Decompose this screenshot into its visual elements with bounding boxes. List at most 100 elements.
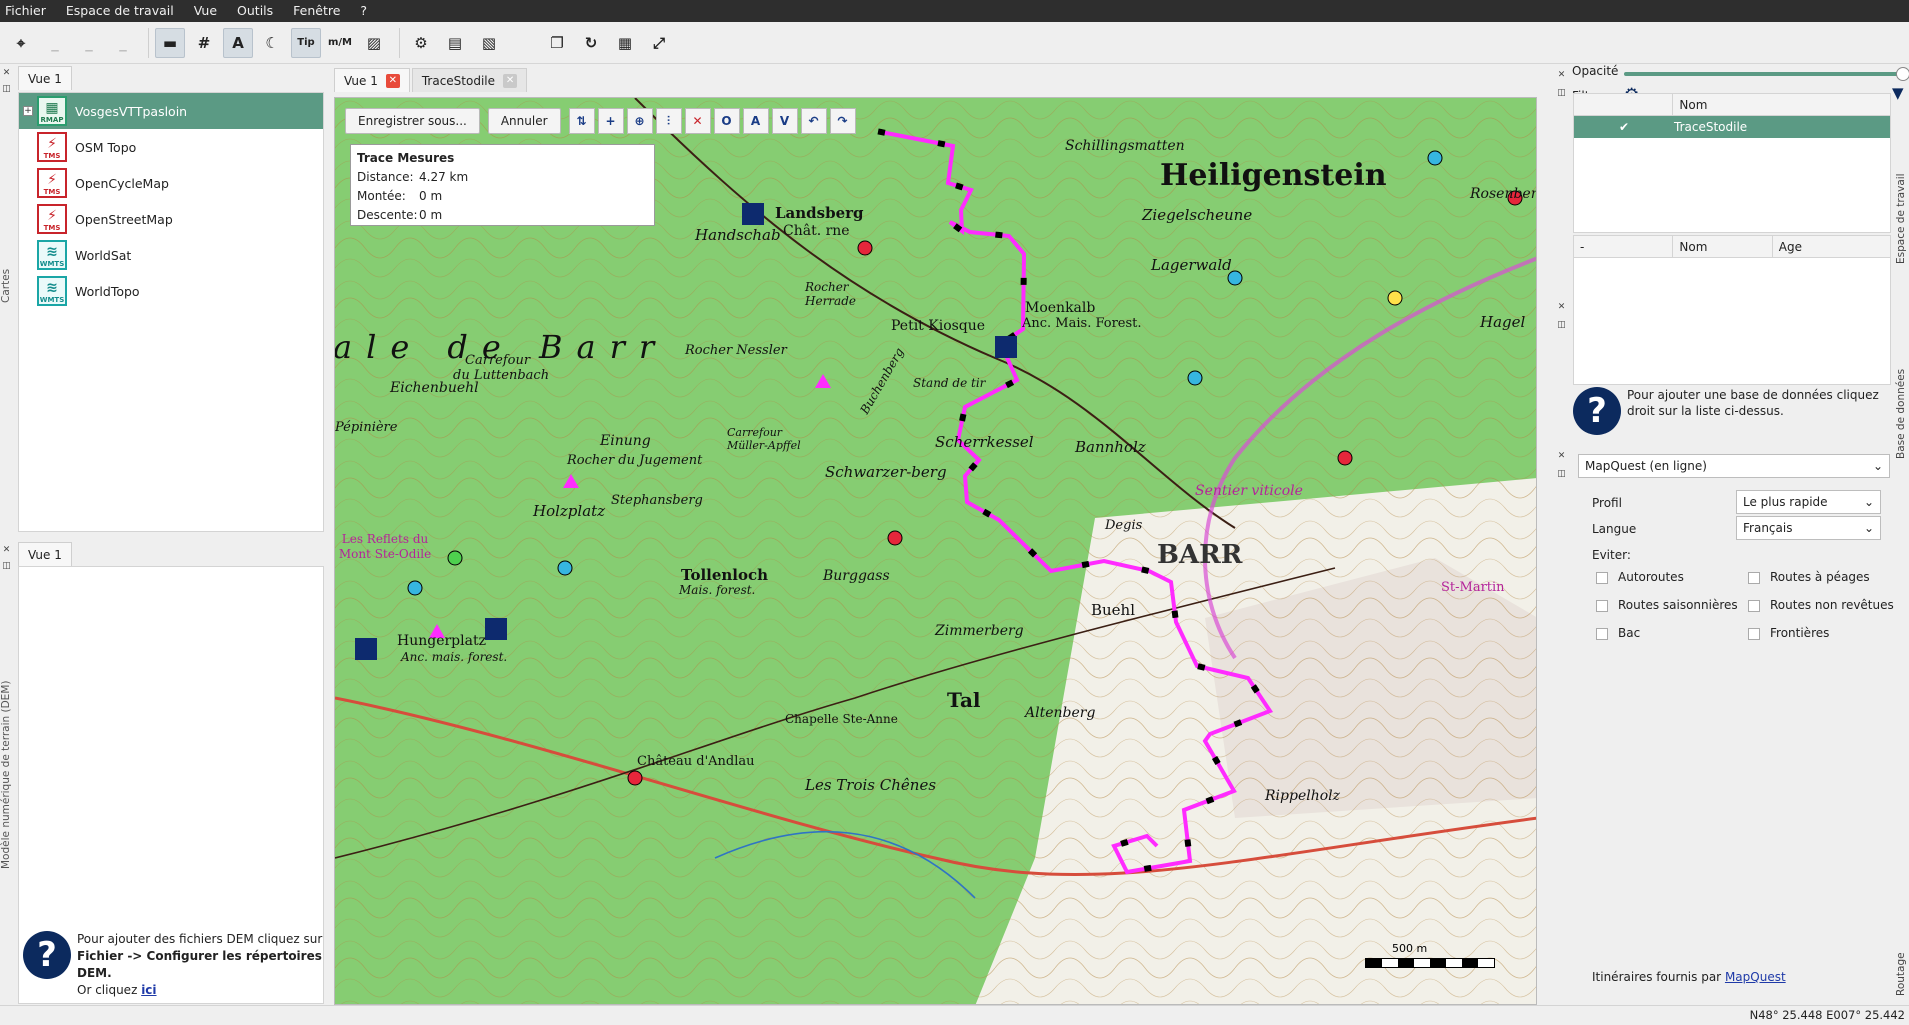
tab-vue-1-map[interactable]: Vue 1 ✕ xyxy=(334,68,410,92)
night-mode-icon[interactable]: ☾ xyxy=(257,28,287,58)
poi-icon[interactable] xyxy=(447,550,463,566)
v-tool-button[interactable]: V xyxy=(771,108,798,134)
routing-side-tab[interactable]: Routage xyxy=(1895,944,1909,1004)
topo-map[interactable] xyxy=(335,98,1537,1005)
option-frontieres[interactable]: Frontières xyxy=(1748,626,1829,640)
float-icon[interactable]: ◫ xyxy=(1,561,12,572)
checkbox[interactable] xyxy=(1596,599,1608,612)
tab-tracestodile[interactable]: TraceStodile ✕ xyxy=(411,68,528,92)
close-icon[interactable]: ✕ xyxy=(1,68,12,79)
mapquest-link[interactable]: MapQuest xyxy=(1725,970,1786,984)
map-view[interactable]: Heiligenstein Landsberg Chât. rne Handsc… xyxy=(334,97,1537,1005)
checkbox[interactable] xyxy=(1748,599,1760,612)
picture-icon[interactable]: ▨ xyxy=(359,28,389,58)
settings-gear-icon[interactable]: ⚙ xyxy=(406,28,436,58)
col-check[interactable] xyxy=(1574,93,1674,116)
menu-outils[interactable]: Outils xyxy=(227,0,283,22)
poi-icon[interactable] xyxy=(887,530,903,546)
poi-icon[interactable] xyxy=(1337,450,1353,466)
insert-point-icon[interactable]: ⊕ xyxy=(626,108,653,134)
float-icon[interactable]: ◫ xyxy=(1556,469,1567,480)
layer-item[interactable]: ⚡ TMS OSM Topo xyxy=(19,129,323,165)
save-as-button[interactable]: Enregistrer sous... xyxy=(345,108,480,134)
cancel-button[interactable]: Annuler xyxy=(487,108,561,134)
col-nom[interactable]: Nom xyxy=(1673,235,1773,258)
option-autoroutes[interactable]: Autoroutes xyxy=(1596,570,1684,584)
layers-icon[interactable]: ▦ xyxy=(610,28,640,58)
option-non-revetues[interactable]: Routes non revêtues xyxy=(1748,598,1894,612)
blank-1[interactable]: _ xyxy=(40,28,70,58)
filter-icon[interactable]: ▼ xyxy=(1892,84,1904,102)
checkbox[interactable] xyxy=(1748,571,1760,584)
tab-vue-1-dem[interactable]: Vue 1 xyxy=(18,542,72,566)
poi-icon[interactable] xyxy=(857,240,873,256)
close-icon[interactable]: ✕ xyxy=(503,73,518,88)
poi-icon[interactable] xyxy=(557,560,573,576)
grid-icon[interactable]: # xyxy=(189,28,219,58)
profile-select[interactable]: Le plus rapide ⌄ xyxy=(1736,490,1881,514)
database-side-tab[interactable]: Base de données xyxy=(1895,314,1909,514)
close-icon[interactable]: ✕ xyxy=(385,73,400,88)
close-icon[interactable]: ✕ xyxy=(1556,70,1567,81)
float-icon[interactable]: ◫ xyxy=(1556,320,1567,331)
table-row[interactable]: ✔ TraceStodile xyxy=(1574,116,1890,138)
language-select[interactable]: Français ⌄ xyxy=(1736,516,1881,540)
parking-icon[interactable] xyxy=(995,336,1017,358)
close-icon[interactable]: ✕ xyxy=(1,545,12,556)
blank-4[interactable] xyxy=(508,28,538,58)
fullscreen-icon[interactable]: ⤢ xyxy=(644,28,674,58)
o-tool-button[interactable]: O xyxy=(713,108,740,134)
undo-icon[interactable]: ↶ xyxy=(800,108,827,134)
float-icon[interactable]: ◫ xyxy=(1556,88,1567,99)
image-window-icon[interactable]: ▧ xyxy=(474,28,504,58)
menu-fichier[interactable]: Fichier xyxy=(0,0,56,22)
close-icon[interactable]: ✕ xyxy=(1556,302,1567,313)
checkbox[interactable] xyxy=(1748,627,1760,640)
delete-point-icon[interactable]: ✕ xyxy=(684,108,711,134)
checkbox[interactable] xyxy=(1596,627,1608,640)
app-logo-icon[interactable]: ⌖ xyxy=(6,28,36,58)
move-points-icon[interactable]: ⇅ xyxy=(568,108,595,134)
min-max-icon[interactable]: m/M xyxy=(325,28,355,58)
north-arrow-icon[interactable]: A xyxy=(223,27,253,58)
checkbox[interactable] xyxy=(1596,571,1608,584)
float-icon[interactable]: ◫ xyxy=(1,84,12,95)
workspace-side-tab[interactable]: Espace de travail xyxy=(1895,144,1909,294)
cartes-side-tab[interactable]: Cartes xyxy=(0,66,13,506)
scale-ruler-icon[interactable]: ▬ xyxy=(155,27,185,58)
poi-icon[interactable] xyxy=(407,580,423,596)
copy-icon[interactable]: ❐ xyxy=(542,28,572,58)
layer-item[interactable]: ⚡ TMS OpenCycleMap xyxy=(19,165,323,201)
close-icon[interactable]: ✕ xyxy=(1556,451,1567,462)
parking-icon[interactable] xyxy=(485,618,507,640)
menu-espace-de-travail[interactable]: Espace de travail xyxy=(56,0,184,22)
expand-icon[interactable]: + xyxy=(23,106,33,116)
split-icon[interactable]: ⫶ xyxy=(655,108,682,134)
layer-item[interactable]: ≋ WMTS WorldTopo xyxy=(19,273,323,309)
poi-icon[interactable] xyxy=(1387,290,1403,306)
blank-3[interactable]: _ xyxy=(108,28,138,58)
menu-help[interactable]: ? xyxy=(350,0,377,22)
add-point-icon[interactable]: + xyxy=(597,108,624,134)
a-tool-button[interactable]: A xyxy=(742,108,769,134)
tab-vue-1-layers[interactable]: Vue 1 xyxy=(18,66,72,90)
blank-2[interactable]: _ xyxy=(74,28,104,58)
dem-link[interactable]: ici xyxy=(141,983,156,997)
option-peages[interactable]: Routes à péages xyxy=(1748,570,1870,584)
opacity-slider[interactable] xyxy=(1624,67,1909,81)
parking-icon[interactable] xyxy=(355,638,377,660)
layer-item[interactable]: ⚡ TMS OpenStreetMap xyxy=(19,201,323,237)
dem-side-tab[interactable]: Modèle numérique de terrain (DEM) xyxy=(0,545,13,1005)
col-nom[interactable]: Nom xyxy=(1673,94,1890,116)
poi-icon[interactable] xyxy=(1427,150,1443,166)
routing-provider-select[interactable]: MapQuest (en ligne) ⌄ xyxy=(1578,454,1890,478)
menu-vue[interactable]: Vue xyxy=(184,0,227,22)
option-bac[interactable]: Bac xyxy=(1596,626,1640,640)
opacity-slider-handle[interactable] xyxy=(1896,67,1909,81)
map-window-icon[interactable]: ▤ xyxy=(440,28,470,58)
col-dash[interactable]: - xyxy=(1574,235,1674,258)
tip-icon[interactable]: Tip xyxy=(291,27,321,58)
layer-item[interactable]: + ▦ RMAP VosgesVTTpasloin xyxy=(19,93,323,129)
redo-icon[interactable]: ↷ xyxy=(829,108,856,134)
row-checkbox[interactable]: ✔ xyxy=(1574,120,1674,134)
